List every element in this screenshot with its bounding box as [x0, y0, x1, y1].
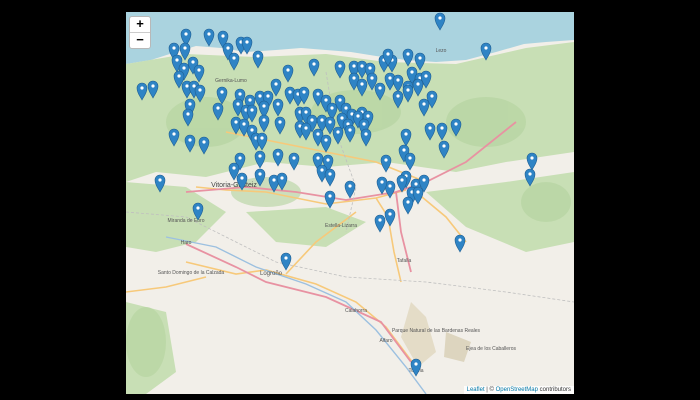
label-santo-domingo: Santo Domingo de la Calzada: [158, 270, 225, 276]
label-calahorra: Calahorra: [345, 308, 367, 314]
zoom-out-button[interactable]: −: [130, 33, 150, 48]
zoom-in-button[interactable]: +: [130, 17, 150, 32]
label-gernika: Gernika-Lumo: [215, 78, 247, 84]
label-tafalla: Tafalla: [397, 258, 412, 264]
label-estella: Estella-Lizarra: [325, 223, 357, 229]
map-view[interactable]: Vitoria-Gasteiz Estella-Lizarra Logroño …: [126, 12, 574, 394]
leaflet-link[interactable]: Leaflet: [467, 387, 485, 393]
label-haro: Haro: [181, 240, 192, 246]
attribution-suffix: contributors: [537, 387, 571, 393]
label-lezo: Lezo: [436, 48, 447, 54]
label-miranda: Miranda de Ebro: [168, 218, 205, 224]
label-bardenas: Parque Natural de las Bardenas Reales: [392, 328, 481, 334]
label-logrono: Logroño: [260, 271, 283, 277]
label-ejea: Ejea de los Caballeros: [466, 346, 517, 352]
label-alfaro: Alfaro: [379, 338, 392, 344]
zoom-control: + −: [129, 16, 151, 49]
osm-link[interactable]: OpenStreetMap: [496, 387, 538, 393]
label-vitoria: Vitoria-Gasteiz: [211, 182, 257, 189]
map-attribution: Leaflet | © OpenStreetMap contributors: [463, 386, 574, 394]
attribution-separator: | ©: [484, 387, 496, 393]
map-tiles[interactable]: Vitoria-Gasteiz Estella-Lizarra Logroño …: [126, 12, 574, 394]
